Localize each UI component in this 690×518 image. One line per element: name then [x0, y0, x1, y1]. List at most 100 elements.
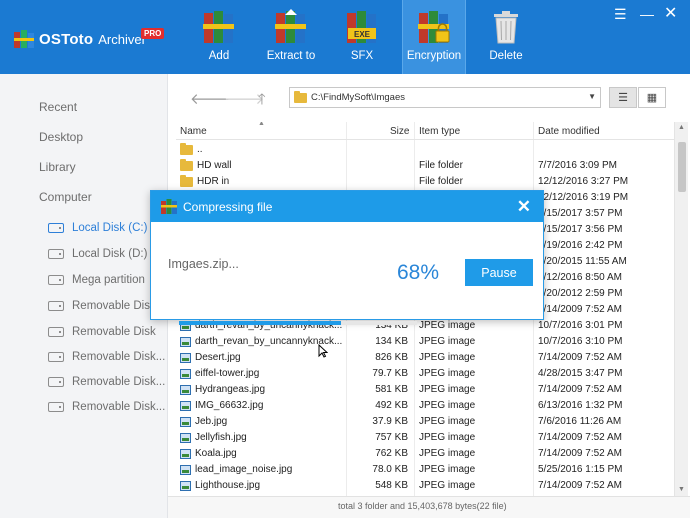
file-name-cell: Desert.jpg	[180, 352, 241, 363]
column-header-date[interactable]: Date modified	[538, 126, 600, 137]
sidebar-item-desktop[interactable]: Desktop	[39, 130, 83, 144]
file-name-cell: Jeb.jpg	[180, 416, 227, 427]
table-row[interactable]: Hydrangeas.jpg 581 KB JPEG image 7/14/2009 …	[176, 382, 674, 398]
file-type: JPEG image	[419, 448, 476, 459]
table-row[interactable]: darth_revan_by_uncannyknack... 134 KB JPEG…	[176, 334, 674, 350]
file-name: Jeb.jpg	[195, 416, 228, 427]
books-lock-icon	[418, 11, 450, 43]
file-name-cell: Jellyfish.jpg	[180, 432, 247, 443]
sidebar-drive-removable[interactable]: Removable Disk...	[48, 376, 165, 388]
table-row[interactable]: Jellyfish.jpg 757 KB JPEG image 7/14/2009 7…	[176, 430, 674, 446]
table-row[interactable]: Desert.jpg 826 KB JPEG image 7/14/2009 7:52…	[176, 350, 674, 366]
file-type: File folder	[419, 160, 463, 171]
sidebar-item-computer[interactable]: Computer	[39, 190, 92, 204]
file-date: 3/15/2017 3:57 PM	[538, 208, 623, 219]
add-button[interactable]: Add	[197, 0, 241, 74]
sidebar-drive-mega[interactable]: Mega partition	[48, 274, 145, 286]
table-row[interactable]: eiffel-tower.jpg 79.7 KB JPEG image 4/28/20…	[176, 366, 674, 382]
drive-label: Mega partition	[72, 274, 145, 286]
file-size: 757 KB	[375, 432, 408, 443]
progress-percent: 68%	[397, 261, 440, 284]
file-date: 4/12/2016 8:50 AM	[538, 272, 622, 283]
column-header-type[interactable]: Item type	[419, 126, 460, 137]
address-path: C:\FindMySoft\Imgaes	[311, 92, 405, 103]
sidebar-drive-removable[interactable]: Removable Disk...	[48, 401, 165, 413]
image-file-icon	[180, 336, 191, 347]
folder-icon	[180, 142, 193, 155]
scroll-up-icon[interactable]: ▲	[678, 124, 685, 131]
column-header-size[interactable]: Size	[390, 126, 409, 137]
address-bar[interactable]: C:\FindMySoft\Imgaes ▼	[289, 87, 601, 108]
toolbar: OSToto Archiver PRO Add Extract to EXE S…	[0, 0, 690, 74]
file-name-cell: IMG_66632.jpg	[180, 400, 263, 411]
sidebar-drive-removable[interactable]: Removable Disk	[48, 326, 156, 338]
dialog-close-icon[interactable]: ✕	[517, 197, 531, 217]
list-view-button[interactable]: ☰	[609, 87, 637, 108]
file-name-cell: HD wall	[180, 158, 231, 171]
scroll-down-icon[interactable]: ▼	[678, 486, 685, 493]
sidebar-drive-c[interactable]: Local Disk (C:)	[48, 222, 147, 234]
file-type: JPEG image	[419, 368, 476, 379]
mouse-cursor-icon	[318, 344, 328, 358]
minimize-icon[interactable]: —	[640, 7, 654, 21]
grid-view-button[interactable]: ▦	[638, 87, 666, 108]
file-date: 7/14/2009 7:52 AM	[538, 448, 622, 459]
table-row[interactable]: HDR in File folder 12/12/2016 3:27 PM	[176, 174, 674, 190]
image-file-icon	[180, 384, 191, 395]
folder-icon	[180, 158, 193, 171]
sidebar-drive-removable[interactable]: Removable Disk	[48, 300, 156, 312]
extract-button[interactable]: Extract to	[264, 0, 318, 74]
file-name-cell: HDR in	[180, 174, 229, 187]
sidebar-drive-d[interactable]: Local Disk (D:)	[48, 248, 147, 260]
chevron-down-icon[interactable]: ▼	[588, 92, 596, 101]
table-row[interactable]: IMG_66632.jpg 492 KB JPEG image 6/13/2016 1…	[176, 398, 674, 414]
table-row[interactable]: Jeb.jpg 37.9 KB JPEG image 7/6/2016 11:26 A…	[176, 414, 674, 430]
address-toolbar: 🡐 🡒 🡑 C:\FindMySoft\Imgaes ▼ ☰ ▦	[168, 74, 690, 122]
drive-label: Removable Disk	[72, 300, 156, 312]
delete-button[interactable]: Delete	[486, 0, 526, 74]
file-date: 7/7/2016 3:09 PM	[538, 160, 617, 171]
encryption-button[interactable]: Encryption	[402, 0, 466, 74]
file-date: 7/14/2009 7:52 AM	[538, 384, 622, 395]
file-name: ..	[197, 144, 203, 155]
file-name-cell: Lighthouse.jpg	[180, 480, 260, 491]
file-name: Lighthouse.jpg	[195, 480, 261, 491]
progress-bar	[179, 321, 417, 325]
vertical-scrollbar[interactable]: ▲ ▼	[674, 122, 688, 498]
file-date: 7/14/2009 7:52 AM	[538, 352, 622, 363]
sfx-button[interactable]: EXE SFX	[340, 0, 384, 74]
usb-drive-icon	[48, 301, 64, 311]
file-date: 12/12/2016 3:19 PM	[538, 192, 629, 203]
file-name: Jellyfish.jpg	[195, 432, 247, 443]
sidebar-item-recent[interactable]: Recent	[39, 100, 77, 114]
pause-button[interactable]: Pause	[465, 259, 533, 286]
table-row[interactable]: lead_image_noise.jpg 78.0 KB JPEG image 5/2…	[176, 462, 674, 478]
file-size: 826 KB	[375, 352, 408, 363]
file-name: Koala.jpg	[195, 448, 237, 459]
file-date: 3/15/2017 3:56 PM	[538, 224, 623, 235]
sidebar-item-library[interactable]: Library	[39, 160, 76, 174]
column-header-name[interactable]: Name	[180, 126, 207, 137]
table-row[interactable]: Koala.jpg 762 KB JPEG image 7/14/2009 7:52 …	[176, 446, 674, 462]
file-name: Desert.jpg	[195, 352, 241, 363]
table-row[interactable]: ..	[176, 142, 674, 158]
file-date: 7/14/2009 7:52 AM	[538, 480, 622, 491]
image-file-icon	[180, 480, 191, 491]
table-row[interactable]: Lighthouse.jpg 548 KB JPEG image 7/14/2009 …	[176, 478, 674, 494]
image-file-icon	[180, 416, 191, 427]
close-icon[interactable]: ✕	[664, 6, 677, 22]
sidebar-drive-removable[interactable]: Removable Disk...	[48, 351, 165, 363]
menu-icon[interactable]: ☰	[614, 7, 627, 21]
up-arrow-icon[interactable]: 🡑	[258, 89, 266, 114]
file-type: JPEG image	[419, 320, 476, 331]
file-size: 78.0 KB	[372, 464, 408, 475]
usb-drive-icon	[48, 352, 64, 362]
app-name: OSToto	[39, 30, 94, 48]
extract-label: Extract to	[266, 50, 316, 62]
books-add-icon	[203, 11, 234, 43]
scroll-thumb[interactable]	[678, 142, 686, 192]
pro-badge: PRO	[141, 28, 165, 39]
usb-drive-icon	[48, 377, 64, 387]
table-row[interactable]: HD wall File folder 7/7/2016 3:09 PM	[176, 158, 674, 174]
file-date: 7/19/2016 2:42 PM	[538, 240, 623, 251]
